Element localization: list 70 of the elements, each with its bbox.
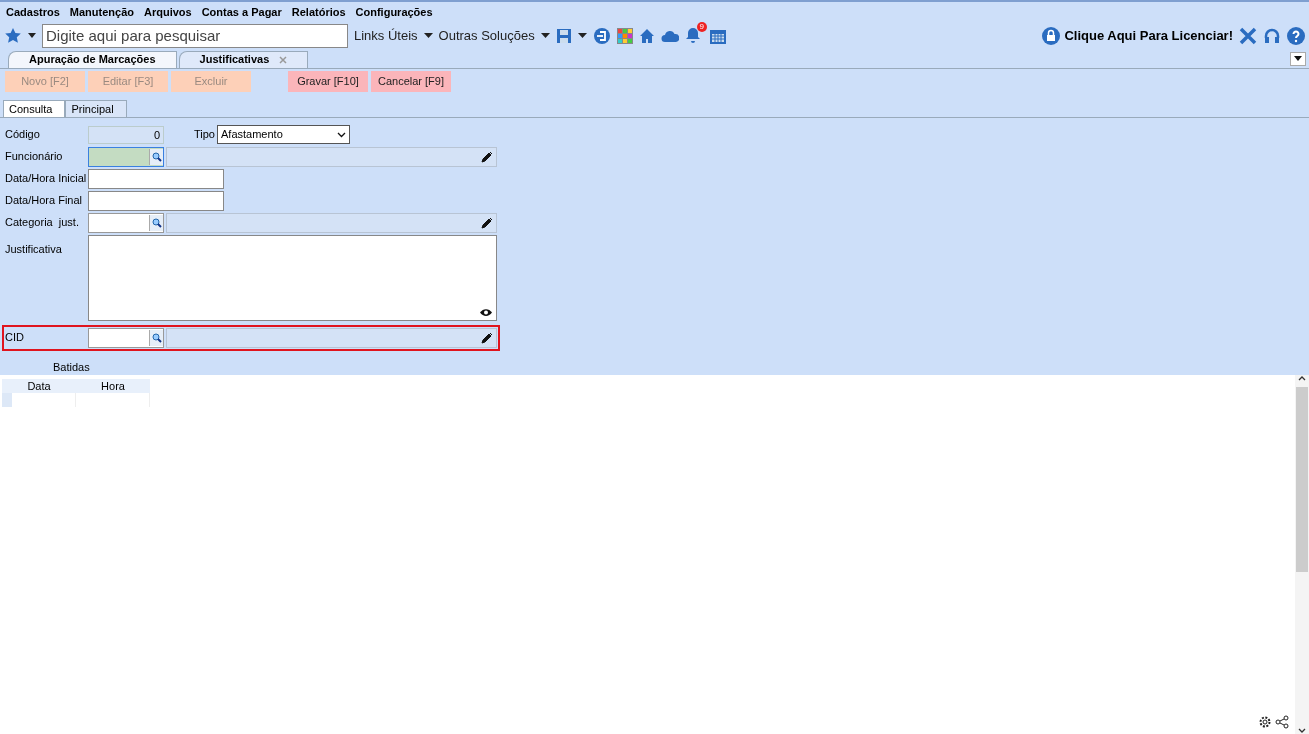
menu-item[interactable]: Cadastros [6,3,60,21]
caret-icon[interactable] [28,32,36,39]
dropdown-link[interactable]: Links Úteis [354,26,433,46]
magnifier-icon [151,151,162,162]
menu-item[interactable]: Relatórios [291,3,346,21]
license-link[interactable]: Clique Aqui Para Licenciar! [1042,26,1233,46]
document-tab[interactable]: Apuração de Marcações [8,50,177,68]
headset-icon[interactable] [1263,26,1281,45]
document-tab[interactable]: Justificativas [178,50,309,68]
padlock-icon [1042,26,1061,45]
caret-icon [540,32,550,39]
menu-item[interactable]: Arquivos [144,3,192,21]
pencil-icon[interactable] [481,150,493,163]
field-label: Funcionário [5,149,64,165]
tab-list-button[interactable] [1290,51,1306,66]
lookup-field[interactable] [88,212,164,233]
action-button[interactable]: Cancelar [F9] [371,71,451,93]
star-icon[interactable] [4,26,22,45]
help-icon[interactable] [1287,26,1305,45]
lookup-field[interactable] [88,327,164,348]
row-indicator [2,393,12,407]
tools-icon[interactable] [1239,26,1257,45]
lookup-button[interactable] [149,148,163,165]
search-field[interactable]: Digite aqui para pesquisar [42,23,348,48]
column-header[interactable]: Hora [76,379,150,393]
column-header[interactable]: Data [2,379,76,393]
field-label: Categoria just. [5,215,80,231]
field-label: Tipo [194,127,215,143]
eye-icon[interactable] [479,307,493,317]
caret-icon [423,32,433,39]
close-icon[interactable] [279,55,288,64]
code-field: 0 [88,125,164,144]
lookup-button[interactable] [149,214,163,231]
sub-tab[interactable]: Principal [65,99,127,117]
notification-badge: 9 [696,21,707,32]
lookup-field[interactable] [88,146,164,167]
pencil-icon[interactable] [481,216,493,229]
settings-icon[interactable] [1258,715,1272,729]
section-label: Batidas [53,359,91,375]
memo-field[interactable] [88,234,497,321]
lookup-button[interactable] [149,329,163,346]
pencil-icon[interactable] [481,331,493,344]
home-icon[interactable] [638,27,655,44]
exit-circle-icon[interactable] [592,26,611,45]
type-dropdown[interactable]: Afastamento [217,125,350,144]
magnifier-icon [151,332,162,343]
field-label: Código [5,127,41,143]
caret-icon[interactable] [577,32,587,39]
chevron-down-icon[interactable] [1298,728,1306,734]
chevron-up-icon[interactable] [1298,375,1306,381]
scrollbar[interactable] [1295,375,1309,734]
menu-item[interactable]: Contas a Pagar [201,3,282,21]
share-icon[interactable] [1275,715,1289,729]
cloud-icon[interactable] [660,28,679,43]
sub-tab[interactable]: Consulta [3,99,66,117]
field-label: CID [5,330,25,346]
text-field[interactable] [88,168,224,189]
text-field[interactable] [88,190,224,211]
field-label: Justificativa [5,241,63,257]
bell-icon[interactable] [684,26,701,43]
dropdown-link[interactable]: Outras Soluções [438,26,550,46]
menu-item[interactable]: Configurações [355,3,433,21]
field-label: Data/Hora Inicial [5,171,88,187]
chevron-down-icon [337,131,346,138]
field-label: Data/Hora Final [5,193,84,209]
magnifier-icon [151,217,162,228]
menu-item[interactable]: Manutenção [69,3,134,21]
action-button[interactable]: Gravar [F10] [288,71,368,93]
caret-icon [1294,56,1302,62]
color-grid-icon[interactable] [616,27,633,44]
